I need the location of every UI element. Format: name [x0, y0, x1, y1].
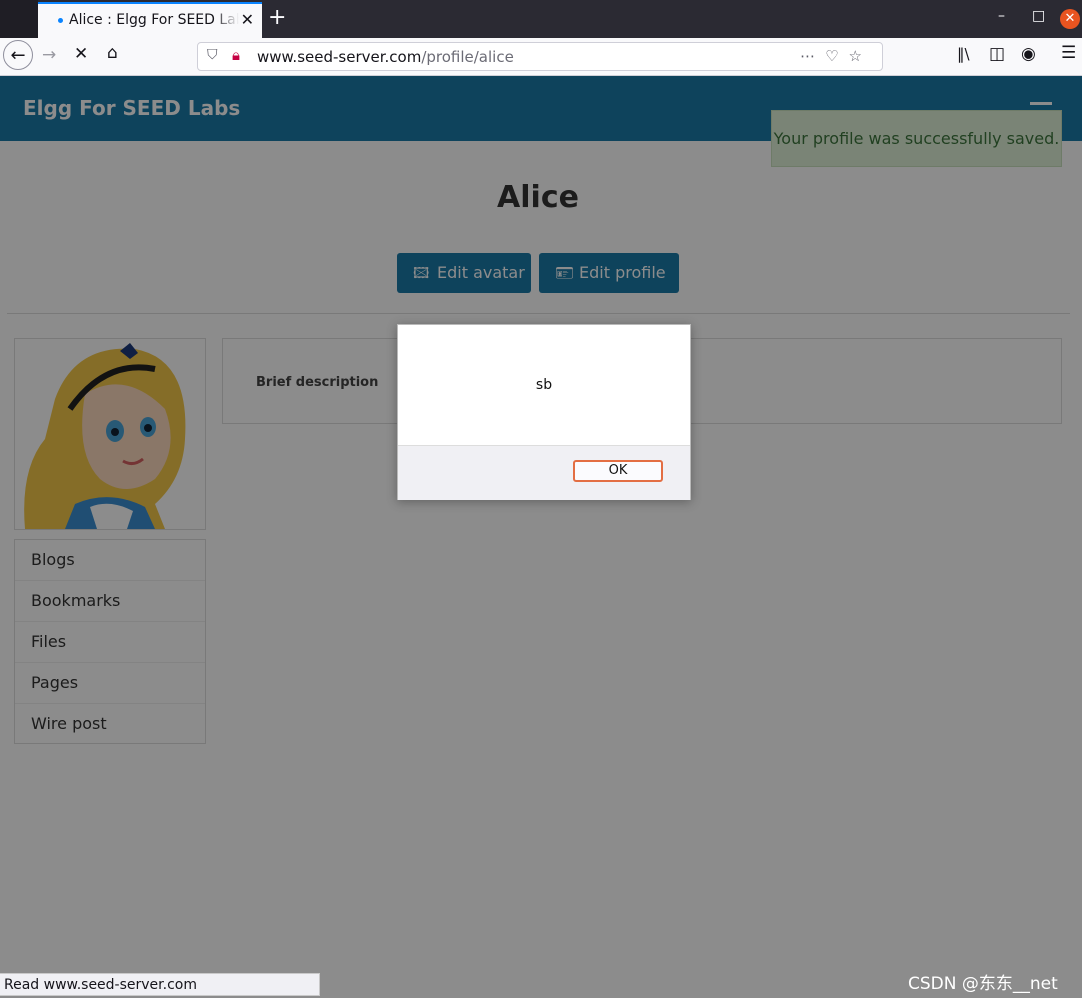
home-icon[interactable]: ⌂ [107, 43, 118, 63]
tab-title: Alice : Elgg For SEED Labs [69, 12, 239, 28]
close-tab-icon[interactable]: ✕ [241, 10, 254, 29]
url-text[interactable]: www.seed-server.com/profile/alice [257, 48, 514, 66]
web-page: Elgg For SEED Labs Alice 🖾 Edit avatar 🪪… [0, 76, 1082, 998]
url-bar[interactable]: ⛉ 🔒︎ www.seed-server.com/profile/alice ⋯… [197, 42, 883, 71]
url-host: www.seed-server.com [257, 48, 422, 66]
shield-icon[interactable]: ⛉ [207, 47, 218, 63]
loading-dot-icon [58, 18, 63, 23]
ok-button[interactable]: OK [573, 460, 663, 482]
browser-navigation-bar: ← → ✕ ⌂ ⛉ 🔒︎ www.seed-server.com/profile… [0, 38, 1082, 76]
maximize-icon[interactable]: □ [1032, 8, 1045, 24]
minimize-icon[interactable]: – [998, 8, 1005, 24]
tab-strip-left [0, 0, 38, 38]
new-tab-icon[interactable]: + [268, 5, 286, 30]
pocket-icon[interactable]: ♡ [825, 47, 848, 65]
account-icon[interactable]: ◉ [1021, 44, 1036, 64]
alert-message: sb [535, 377, 553, 393]
insecure-connection-icon[interactable]: 🔒︎ [232, 46, 240, 64]
alert-dialog: sb OK [397, 324, 691, 500]
sidebar-icon[interactable]: ◫ [989, 44, 1005, 64]
watermark: CSDN @东东__net [908, 974, 1058, 994]
browser-tab-alice[interactable]: Alice : Elgg For SEED Labs ✕ [38, 2, 262, 38]
back-arrow-icon[interactable]: ← [3, 40, 33, 70]
bookmark-star-icon[interactable]: ☆ [849, 47, 872, 65]
forward-arrow-icon[interactable]: → [42, 45, 56, 65]
url-path: /profile/alice [421, 48, 514, 66]
menu-icon[interactable]: ☰ [1061, 43, 1076, 63]
browser-tab-strip: Alice : Elgg For SEED Labs ✕ + – □ ✕ [0, 0, 1082, 38]
status-bar: Read www.seed-server.com [0, 973, 320, 996]
window-close-icon[interactable]: ✕ [1060, 9, 1080, 29]
modal-overlay [0, 76, 1082, 998]
alert-footer: OK [398, 445, 690, 500]
stop-loading-icon[interactable]: ✕ [74, 44, 88, 64]
more-actions-icon[interactable]: ⋯ [800, 47, 825, 65]
library-icon[interactable]: ‖\ [957, 45, 970, 63]
url-actions: ⋯♡☆ [800, 47, 872, 65]
